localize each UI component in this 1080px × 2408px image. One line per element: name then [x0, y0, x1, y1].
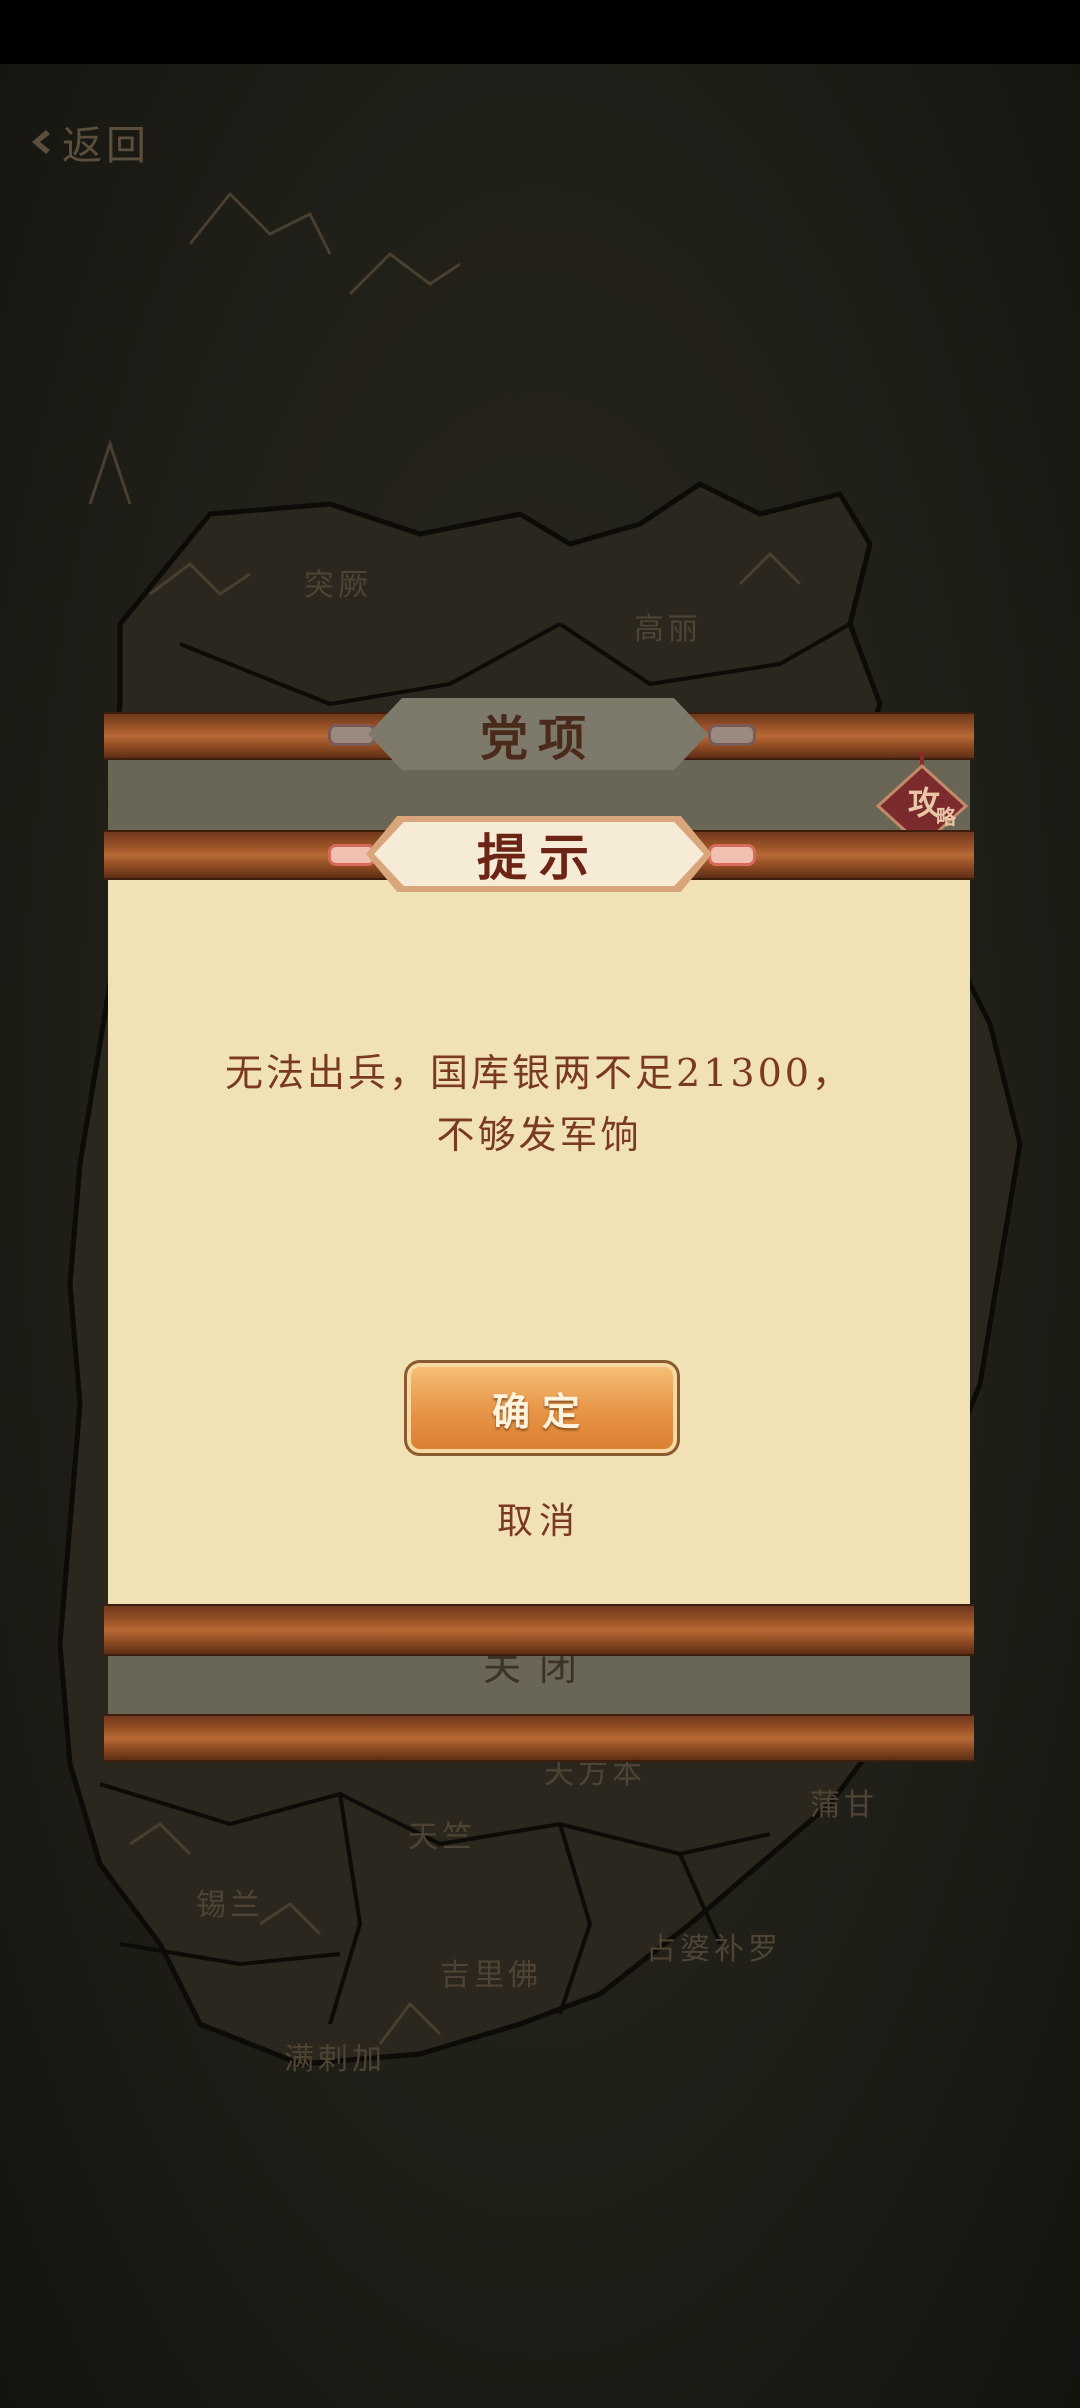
- map-region-label: 高丽: [634, 612, 702, 647]
- dialog-title-plate: 提示: [366, 816, 712, 892]
- background-panel-title: 党项: [368, 698, 708, 770]
- alert-dialog: 提示 无法出兵，国库银两不足21300， 不够发军饷 确定 取消: [104, 816, 974, 1656]
- dialog-message-line: 无法出兵，国库银两不足21300，: [225, 1051, 853, 1095]
- dialog-bottom-rod: [104, 1604, 974, 1656]
- cancel-button[interactable]: 取消: [424, 1492, 654, 1544]
- chevron-left-icon: [32, 130, 50, 154]
- status-bar: [0, 0, 1080, 64]
- back-label: 返回: [62, 123, 150, 169]
- background-panel-bottom-rod: [104, 1714, 974, 1762]
- rope-tie: [708, 724, 756, 746]
- rope-tie: [328, 724, 376, 746]
- dialog-message: 无法出兵，国库银两不足21300， 不够发军饷: [144, 1042, 934, 1166]
- back-button[interactable]: 返回: [24, 112, 150, 172]
- map-region-label: 天竺: [408, 1820, 476, 1855]
- map-region-label: 蒲甘: [810, 1788, 878, 1823]
- strategy-badge-label-small: 略: [936, 805, 957, 829]
- rope-tie: [708, 844, 756, 866]
- confirm-button[interactable]: 确定: [404, 1360, 680, 1456]
- map-region-label: 锡兰: [196, 1888, 264, 1923]
- dialog-title: 提示: [477, 828, 601, 887]
- map-region-label: 突厥: [304, 568, 372, 603]
- confirm-button-label: 确定: [491, 1388, 592, 1434]
- map-region-label: 吉里佛: [440, 1958, 542, 1993]
- map-region-label: 满剌加: [284, 2042, 386, 2077]
- dialog-message-line: 不够发军饷: [436, 1113, 642, 1157]
- map-region-label: 占婆补罗: [646, 1932, 782, 1967]
